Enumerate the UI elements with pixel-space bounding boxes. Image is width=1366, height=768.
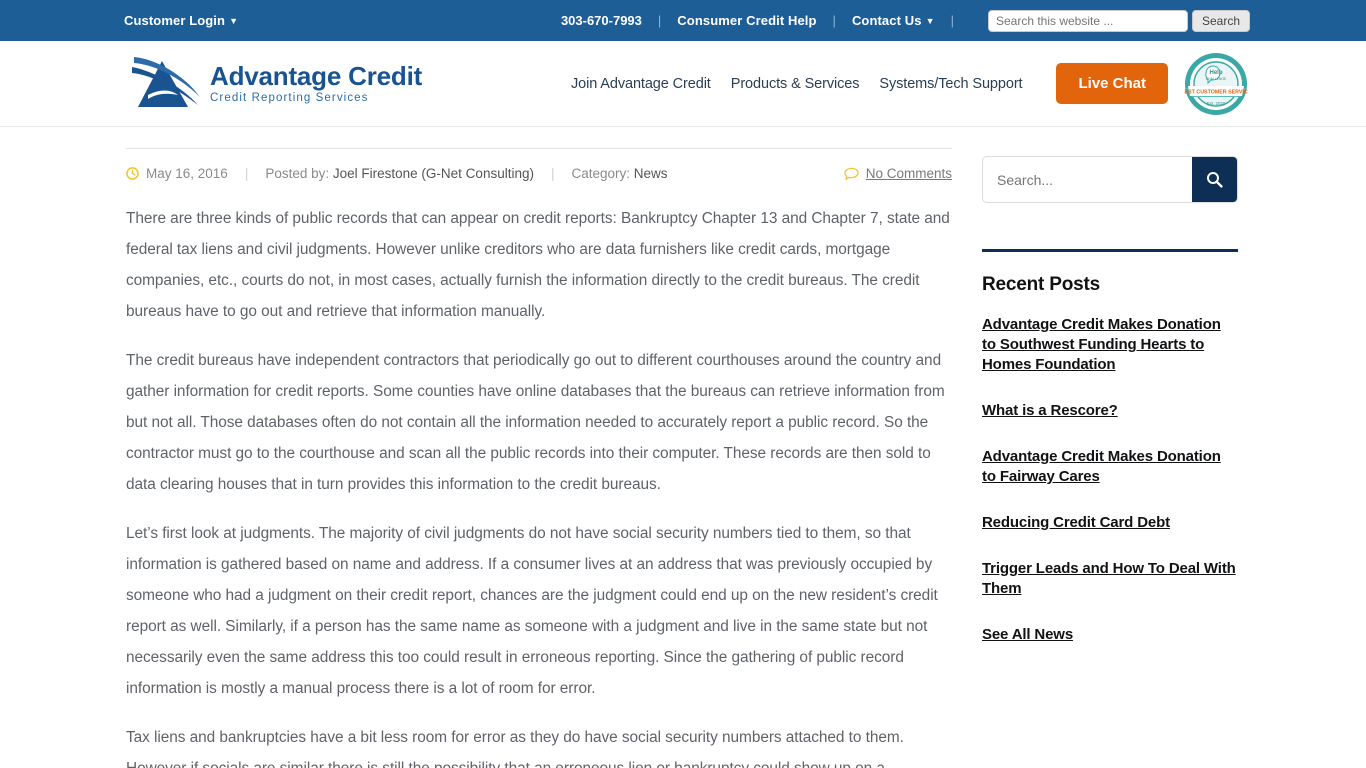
site-search-input[interactable] [987,9,1188,32]
sidebar-search-button[interactable] [1192,157,1237,202]
post-paragraph-2: The credit bureaus have independent cont… [126,352,945,493]
site-header: Advantage Credit Credit Reporting Servic… [0,41,1366,127]
post-category: News [633,166,668,181]
logo-text-block: Advantage Credit Credit Reporting Servic… [210,60,423,105]
sidebar-search-form [982,156,1238,203]
sidebar-search-input[interactable] [983,157,1192,202]
sidebar: Recent Posts Advantage Credit Makes Dona… [982,127,1238,768]
customer-login-menu[interactable]: Customer Login ▼ [124,13,238,28]
post-author: Joel Firestone (G-Net Consulting) [332,166,534,181]
nav-item-join-advantage-credit[interactable]: Join Advantage Credit [561,76,721,92]
posted-by-label: Posted by: [265,166,330,181]
comment-bubble-icon [844,167,859,180]
post-date: May 16, 2016 [146,166,228,181]
recent-post-link-4[interactable]: Reducing Credit Card Debt [982,513,1238,533]
topbar-separator-2: | [832,13,836,28]
site-search-button[interactable]: Search [1191,9,1250,32]
clock-icon [126,167,139,180]
recent-post-link-5[interactable]: Trigger Leads and How To Deal With Them [982,559,1238,599]
svg-text:CHALLENGE: CHALLENGE [1206,77,1227,81]
meta-separator-2: | [550,166,555,181]
post-paragraph-3: Let’s first look at judgments. The major… [126,525,938,697]
category-label: Category: [571,166,631,181]
topbar-right-group: 303-670-7993 | Consumer Credit Help | Co… [561,9,1250,32]
primary-navigation: Join Advantage Credit Products & Service… [561,52,1248,116]
topbar-left-group: Customer Login ▼ [124,13,238,28]
no-comments-link[interactable]: No Comments [866,166,952,181]
logo-title: Advantage Credit [210,60,423,91]
post-category-link[interactable]: News [634,166,668,181]
logo-subtitle: Credit Reporting Services [210,91,369,104]
post-meta: May 16, 2016 | Posted by: Joel Firestone… [126,149,952,181]
nav-item-products-services[interactable]: Products & Services [721,76,870,92]
nav-item-systems-tech-support[interactable]: Systems/Tech Support [869,76,1032,92]
post-author-link[interactable]: Joel Firestone (G-Net Consulting) [333,166,534,181]
best-customer-service-badge-icon[interactable]: Help CHALLENGE BEST CUSTOMER SERVICE Est… [1184,52,1248,116]
contact-us-menu[interactable]: Contact Us ▼ [852,13,935,28]
consumer-credit-help-link[interactable]: Consumer Credit Help [677,13,816,28]
customer-login-label: Customer Login [124,13,226,28]
top-utility-bar: Customer Login ▼ 303-670-7993 | Consumer … [0,0,1366,41]
meta-separator-1: | [244,166,249,181]
site-logo[interactable]: Advantage Credit Credit Reporting Servic… [126,53,422,115]
sidebar-divider [982,249,1238,252]
post-paragraph-1: There are three kinds of public records … [126,210,950,320]
post-paragraph-4: Tax liens and bankruptcies have a bit le… [126,729,904,768]
page-body: May 16, 2016 | Posted by: Joel Firestone… [0,127,1366,768]
topbar-separator-3: | [950,13,954,28]
recent-post-link-3[interactable]: Advantage Credit Makes Donation to Fairw… [982,447,1238,487]
main-content: May 16, 2016 | Posted by: Joel Firestone… [126,127,952,768]
svg-text:BEST CUSTOMER SERVICE: BEST CUSTOMER SERVICE [1184,89,1248,95]
advantage-credit-logo-icon [132,56,200,107]
recent-posts-title: Recent Posts [982,274,1100,295]
comments-group: No Comments [844,166,952,181]
chevron-down-icon: ▼ [925,16,935,26]
chevron-down-icon: ▼ [229,16,239,26]
post-body: There are three kinds of public records … [126,181,952,768]
magnifier-icon [1207,172,1223,188]
live-chat-button[interactable]: Live Chat [1056,63,1168,104]
see-all-news-link[interactable]: See All News [982,625,1238,645]
contact-us-label: Contact Us [851,13,922,28]
recent-posts-list: Advantage Credit Makes Donation to South… [982,315,1238,645]
svg-text:Est. 2020: Est. 2020 [1207,101,1226,106]
recent-post-link-2[interactable]: What is a Rescore? [982,401,1238,421]
phone-link[interactable]: 303-670-7993 [561,13,642,28]
svg-text:Help: Help [1209,70,1222,76]
topbar-search-form: Search [987,9,1250,32]
recent-post-link-1[interactable]: Advantage Credit Makes Donation to South… [982,315,1238,375]
topbar-separator-1: | [657,13,662,28]
